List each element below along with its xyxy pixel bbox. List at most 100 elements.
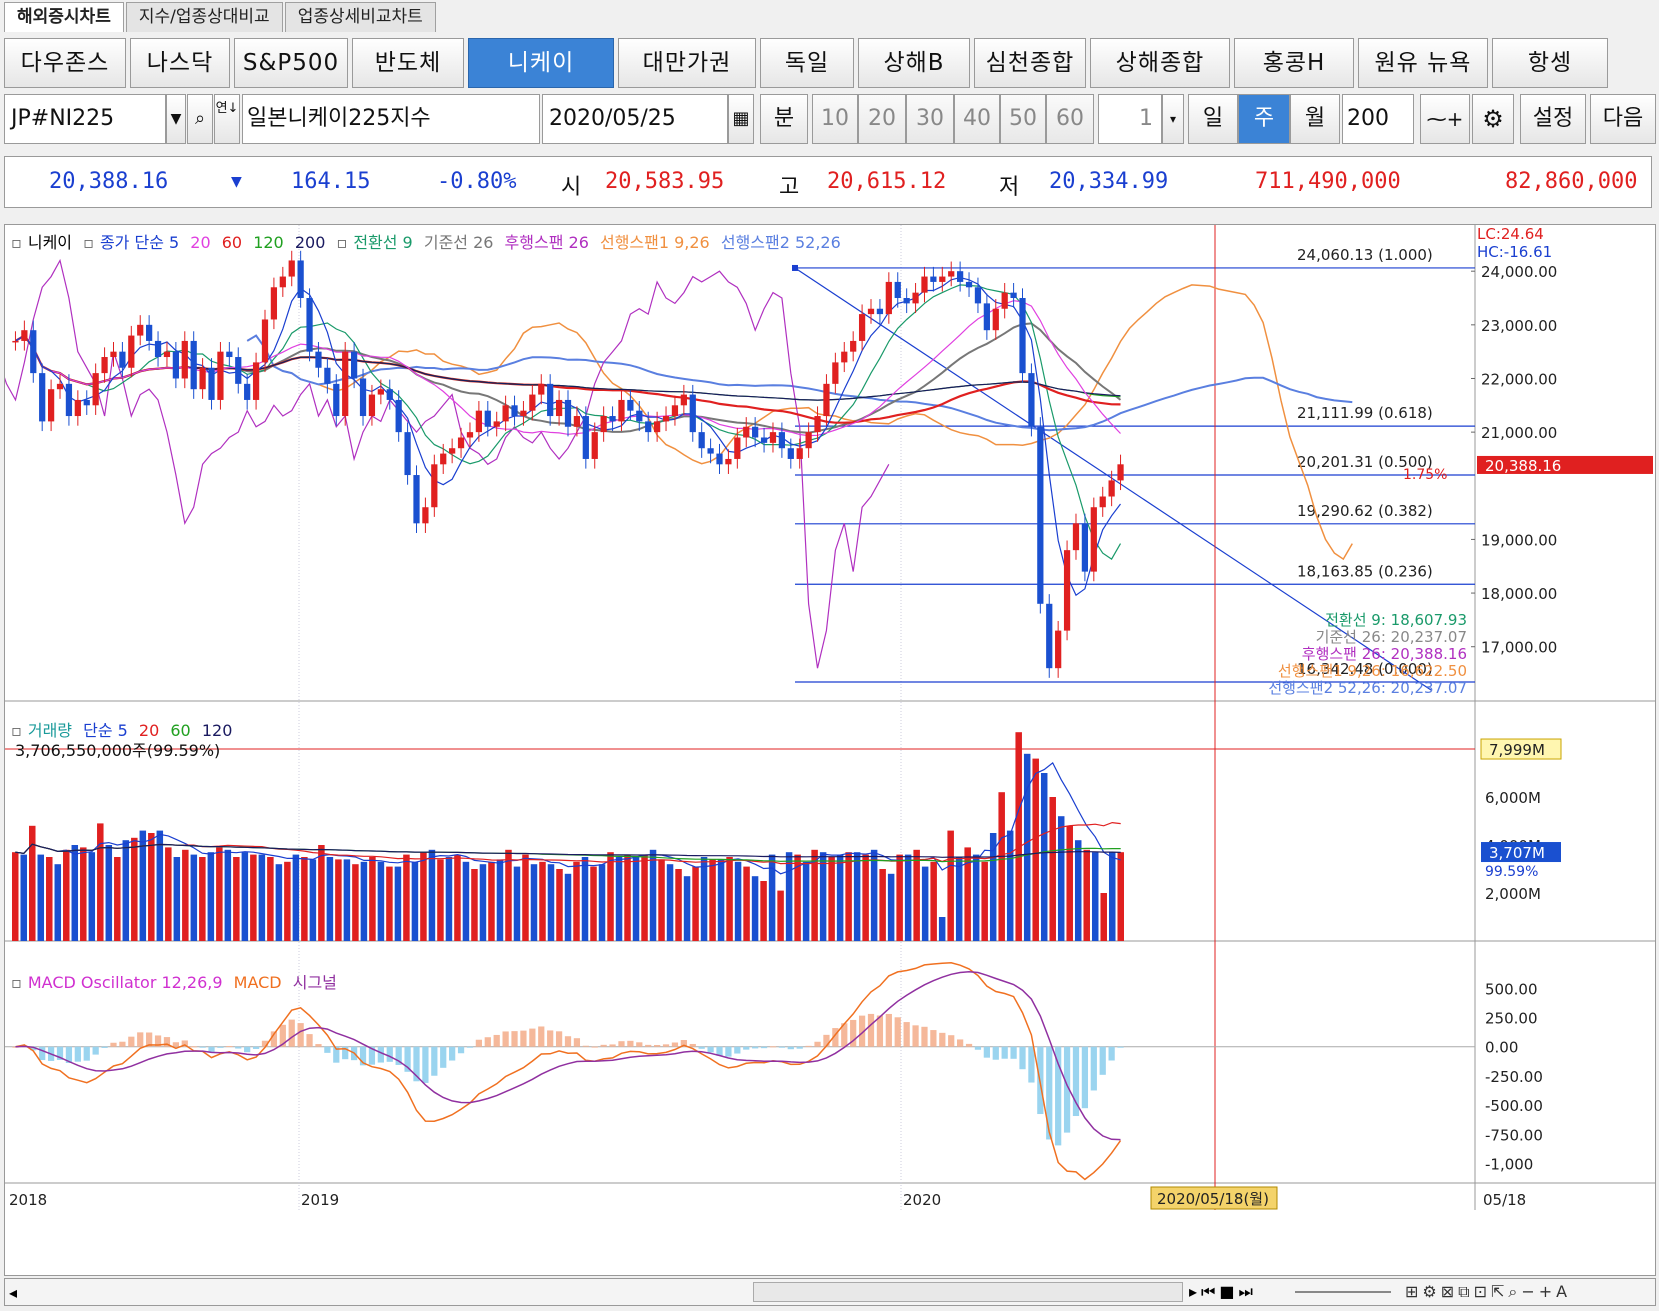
tab-overseas-chart[interactable]: 해외증시차트 — [4, 2, 124, 32]
macd-oscillator-bar — [377, 1046, 384, 1063]
candle-body — [671, 405, 679, 417]
gear-icon[interactable]: ⚙ — [1472, 94, 1514, 144]
index-button-wti[interactable]: 원유 뉴욕 — [1358, 38, 1488, 88]
tab-index-compare[interactable]: 지수/업종상대비교 — [125, 2, 283, 32]
legend-macd-oscillator: MACD Oscillator 12,26,9 — [27, 973, 223, 992]
candle-body — [876, 308, 884, 315]
minute-40-button[interactable]: 40 — [954, 94, 1000, 144]
candle-body — [707, 448, 714, 454]
index-button-shanghai[interactable]: 상해종합 — [1090, 38, 1230, 88]
minute-20-button[interactable]: 20 — [858, 94, 906, 144]
index-button-nasdaq[interactable]: 나스닥 — [130, 38, 230, 88]
lc-label: LC:24.64 — [1477, 225, 1544, 243]
period-day-button[interactable]: 일 — [1188, 94, 1238, 144]
index-button-germany[interactable]: 독일 — [760, 38, 854, 88]
macd-oscillator-bar — [707, 1046, 714, 1053]
volume-bar — [37, 854, 45, 941]
index-button-taiwan[interactable]: 대만가권 — [618, 38, 756, 88]
x-tick-label: 2019 — [301, 1191, 339, 1209]
macd-oscillator-bar — [894, 1017, 901, 1047]
tab-sector-compare[interactable]: 업종상세비교차트 — [284, 2, 436, 32]
date-input[interactable]: 2020/05/25 — [542, 94, 728, 144]
playback-controls-icon[interactable]: ▸⏮■⏭ — [1189, 1282, 1257, 1302]
candle-body — [796, 448, 803, 459]
ichimoku-value-label: 전환선 9: 18,607.93 — [1325, 611, 1467, 629]
macd-oscillator-bar — [252, 1046, 260, 1049]
candle-body — [226, 351, 233, 358]
horizontal-scrollbar[interactable]: ◂ ▸⏮■⏭ ⊞⚙⊠⧉⊡⇱⌕−+A — [4, 1278, 1656, 1306]
chart-area[interactable]: 24,000.00 23,000.00 22,000.00 21,000.00 19,0… — [4, 224, 1656, 1276]
volume-bar — [122, 840, 130, 941]
volume-bar — [394, 866, 402, 941]
candle-body — [154, 340, 162, 358]
search-icon[interactable]: ⌕ — [187, 94, 213, 144]
index-button-hongkong-h[interactable]: 홍콩H — [1234, 38, 1354, 88]
volume-bar — [1049, 797, 1056, 941]
volume-bar — [428, 849, 436, 941]
candle-body — [128, 335, 135, 368]
settings-button[interactable]: 설정 — [1520, 94, 1586, 144]
volume-bar — [649, 849, 657, 941]
period-spin-input[interactable]: 1 — [1098, 94, 1162, 144]
volume-bar — [734, 861, 742, 941]
volume-bar — [505, 849, 512, 941]
volume-bar — [420, 852, 427, 941]
candle-body — [377, 389, 384, 395]
volume-bar — [309, 859, 317, 941]
volume-bar — [590, 866, 597, 941]
history-icon[interactable]: 연↓ — [214, 94, 240, 144]
macd-oscillator-bar — [1028, 1046, 1035, 1083]
candle-body — [547, 383, 554, 417]
volume-tick-label: 2,000M — [1485, 885, 1541, 903]
macd-oscillator-bar — [654, 1044, 661, 1047]
legend-ma-200: 200 — [294, 233, 326, 252]
index-button-shenzhen[interactable]: 심천종합 — [974, 38, 1086, 88]
index-button-sp500[interactable]: S&P500 — [234, 38, 348, 88]
calendar-icon[interactable]: ▦ — [728, 94, 754, 144]
zoom-slider[interactable] — [1295, 1291, 1391, 1293]
scroll-left-icon[interactable]: ◂ — [9, 1283, 17, 1302]
volume-bar — [743, 866, 750, 941]
volume-bar — [658, 859, 665, 941]
candle-body — [83, 399, 90, 406]
index-button-semiconductor[interactable]: 반도체 — [352, 38, 464, 88]
minute-30-button[interactable]: 30 — [906, 94, 954, 144]
index-button-dow[interactable]: 다우존스 — [4, 38, 126, 88]
volume-bar — [632, 857, 640, 941]
period-week-button[interactable]: 주 — [1238, 94, 1290, 144]
candle-body — [564, 399, 572, 427]
price-tick-label: 21,000.00 — [1481, 424, 1557, 442]
scroll-thumb[interactable] — [753, 1282, 1183, 1302]
lagging-span-line — [5, 258, 890, 669]
volume-bar — [624, 854, 631, 941]
symbol-dropdown-icon[interactable]: ▼ — [166, 94, 186, 144]
add-indicator-icon[interactable]: ⁓+ — [1420, 94, 1470, 144]
index-button-hangseng[interactable]: 항셍 — [1492, 38, 1608, 88]
minute-50-button[interactable]: 50 — [1000, 94, 1046, 144]
spin-arrow-icon[interactable]: ▾ — [1162, 94, 1184, 144]
candle-body — [850, 340, 857, 352]
candle-body — [778, 432, 786, 449]
next-button[interactable]: 다음 — [1590, 94, 1656, 144]
index-button-shanghai-b[interactable]: 상해B — [858, 38, 970, 88]
candle-body — [359, 378, 367, 417]
minute-button[interactable]: 분 — [760, 94, 808, 144]
candle-body — [56, 383, 64, 390]
minute-10-button[interactable]: 10 — [812, 94, 858, 144]
count-input[interactable]: 200 — [1342, 94, 1414, 144]
index-button-nikkei[interactable]: 니케이 — [468, 38, 614, 88]
macd-oscillator-bar — [449, 1046, 456, 1061]
candle-body — [449, 448, 456, 454]
volume-bar — [556, 869, 563, 941]
chart-svg[interactable]: 24,000.00 23,000.00 22,000.00 21,000.00 19,0… — [5, 225, 1655, 1275]
candle-body — [957, 271, 964, 282]
candle-body — [21, 330, 28, 341]
macd-oscillator-bar — [734, 1046, 741, 1054]
candle-body — [65, 383, 73, 417]
symbol-input[interactable]: JP#NI225 — [4, 94, 166, 144]
period-month-button[interactable]: 월 — [1290, 94, 1340, 144]
volume-bar — [947, 830, 954, 941]
candle-body — [662, 416, 670, 422]
chart-tools-icon[interactable]: ⊞⚙⊠⧉⊡⇱⌕−+A — [1405, 1282, 1571, 1302]
minute-60-button[interactable]: 60 — [1046, 94, 1094, 144]
